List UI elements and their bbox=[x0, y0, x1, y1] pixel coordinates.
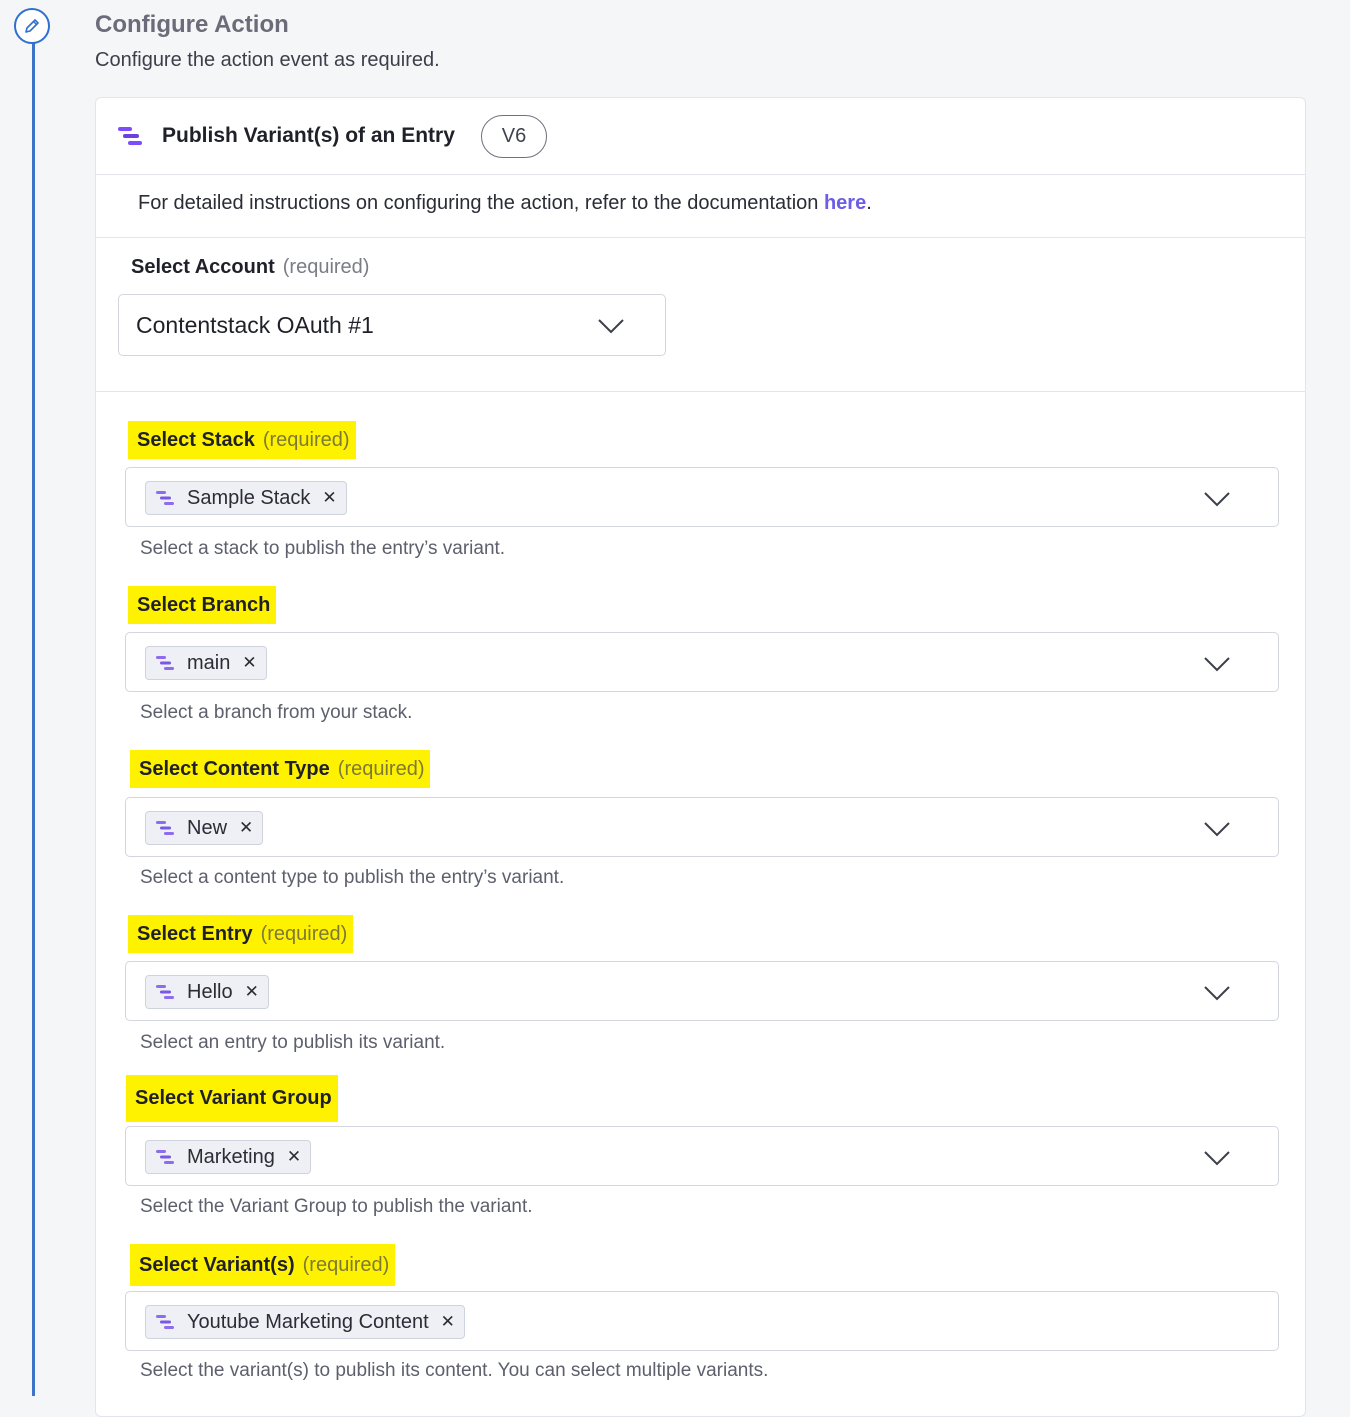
step-title: Configure Action bbox=[95, 11, 289, 38]
variant-group-label-text: Select Variant Group bbox=[135, 1087, 332, 1109]
stack-label: Select Stack (required) bbox=[128, 421, 356, 459]
contentstack-icon bbox=[156, 491, 174, 505]
remove-icon[interactable]: ✕ bbox=[322, 488, 336, 508]
variant-group-label: Select Variant Group bbox=[126, 1075, 338, 1122]
variant-group-chip-label: Marketing bbox=[187, 1145, 275, 1168]
content-type-label-text: Select Content Type bbox=[139, 757, 330, 780]
entry-required: (required) bbox=[260, 922, 348, 945]
card-header: Publish Variant(s) of an Entry V6 bbox=[96, 98, 1305, 175]
entry-help: Select an entry to publish its variant. bbox=[140, 1032, 446, 1053]
contentstack-icon bbox=[156, 985, 174, 999]
contentstack-logo-icon bbox=[118, 127, 142, 145]
branch-label-text: Select Branch bbox=[137, 593, 271, 616]
account-required: (required) bbox=[282, 256, 370, 278]
stack-select[interactable]: Sample Stack ✕ bbox=[125, 467, 1279, 527]
variants-required: (required) bbox=[302, 1253, 390, 1276]
remove-icon[interactable]: ✕ bbox=[239, 818, 253, 838]
variant-group-help: Select the Variant Group to publish the … bbox=[140, 1196, 533, 1217]
branch-chip-label: main bbox=[187, 651, 231, 674]
branch-label: Select Branch bbox=[128, 586, 277, 624]
account-label-text: Select Account bbox=[131, 256, 275, 278]
chevron-down-icon[interactable] bbox=[597, 317, 625, 335]
entry-chip-label: Hello bbox=[187, 980, 233, 1003]
remove-icon[interactable]: ✕ bbox=[245, 982, 259, 1002]
remove-icon[interactable]: ✕ bbox=[242, 653, 256, 673]
step-subtitle: Configure the action event as required. bbox=[95, 49, 440, 71]
variant-group-select[interactable]: Marketing ✕ bbox=[125, 1126, 1279, 1186]
remove-icon[interactable]: ✕ bbox=[441, 1312, 455, 1332]
stack-required: (required) bbox=[262, 428, 350, 451]
stack-label-text: Select Stack bbox=[137, 428, 255, 451]
action-title: Publish Variant(s) of an Entry bbox=[162, 124, 455, 147]
divider bbox=[96, 391, 1305, 392]
branch-chip: main ✕ bbox=[145, 646, 267, 680]
variants-chip: Youtube Marketing Content ✕ bbox=[145, 1305, 465, 1339]
chevron-down-icon[interactable] bbox=[1203, 984, 1231, 1002]
account-value: Contentstack OAuth #1 bbox=[136, 312, 374, 338]
entry-select[interactable]: Hello ✕ bbox=[125, 961, 1279, 1021]
chevron-down-icon[interactable] bbox=[1203, 655, 1231, 673]
account-label: Select Account (required) bbox=[131, 256, 369, 279]
contentstack-icon bbox=[156, 1150, 174, 1164]
chevron-down-icon[interactable] bbox=[1203, 820, 1231, 838]
variants-label: Select Variant(s) (required) bbox=[130, 1244, 396, 1286]
info-text: For detailed instructions on configuring… bbox=[138, 192, 872, 215]
variants-label-text: Select Variant(s) bbox=[139, 1253, 295, 1276]
account-select[interactable]: Contentstack OAuth #1 bbox=[118, 294, 666, 356]
content-type-select[interactable]: New ✕ bbox=[125, 797, 1279, 857]
variants-help: Select the variant(s) to publish its con… bbox=[140, 1360, 769, 1381]
branch-select[interactable]: main ✕ bbox=[125, 632, 1279, 692]
documentation-link[interactable]: here bbox=[824, 192, 866, 214]
entry-label-text: Select Entry bbox=[137, 922, 253, 945]
info-text-end: . bbox=[866, 192, 872, 214]
entry-chip: Hello ✕ bbox=[145, 975, 269, 1009]
stack-chip-label: Sample Stack bbox=[187, 486, 311, 509]
content-type-label: Select Content Type (required) bbox=[130, 750, 431, 788]
action-card: Publish Variant(s) of an Entry V6 For de… bbox=[95, 97, 1306, 1417]
variant-group-chip: Marketing ✕ bbox=[145, 1140, 312, 1174]
pencil-icon[interactable] bbox=[14, 8, 50, 44]
stack-help: Select a stack to publish the entry’s va… bbox=[140, 538, 506, 559]
contentstack-icon bbox=[156, 656, 174, 670]
info-text-body: For detailed instructions on configuring… bbox=[138, 192, 824, 214]
chevron-down-icon[interactable] bbox=[1203, 490, 1231, 508]
version-badge[interactable]: V6 bbox=[481, 115, 547, 158]
entry-label: Select Entry (required) bbox=[128, 915, 354, 953]
branch-help: Select a branch from your stack. bbox=[140, 702, 413, 723]
content-type-required: (required) bbox=[337, 757, 425, 780]
contentstack-icon bbox=[156, 1315, 174, 1329]
chevron-down-icon[interactable] bbox=[1203, 1149, 1231, 1167]
contentstack-icon bbox=[156, 821, 174, 835]
variants-select[interactable]: Youtube Marketing Content ✕ bbox=[125, 1291, 1279, 1351]
stack-chip: Sample Stack ✕ bbox=[145, 481, 347, 515]
variants-chip-label: Youtube Marketing Content bbox=[187, 1310, 429, 1333]
content-type-help: Select a content type to publish the ent… bbox=[140, 867, 565, 888]
remove-icon[interactable]: ✕ bbox=[287, 1147, 301, 1167]
content-type-chip: New ✕ bbox=[145, 811, 264, 845]
timeline-rail bbox=[32, 40, 35, 1396]
content-type-chip-label: New bbox=[187, 816, 228, 839]
documentation-info: For detailed instructions on configuring… bbox=[96, 174, 1305, 238]
